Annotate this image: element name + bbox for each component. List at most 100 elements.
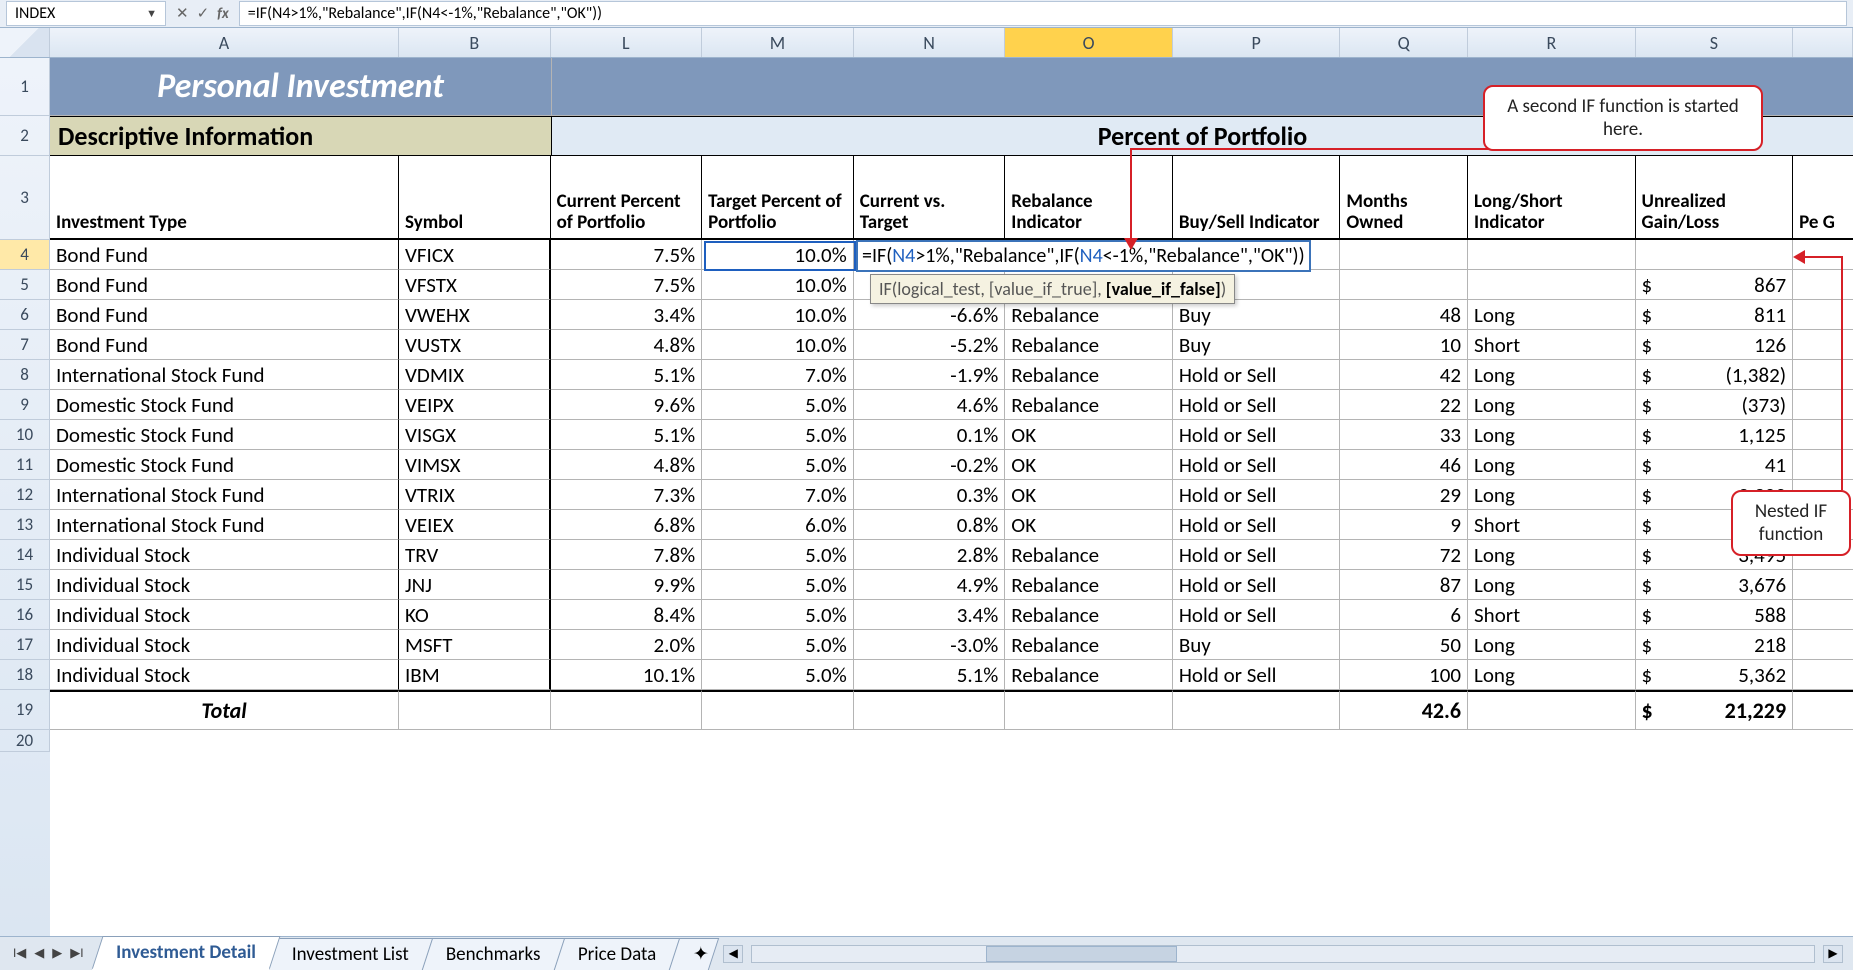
cell-O9[interactable]: Rebalance [1005, 390, 1173, 420]
row-header-10[interactable]: 10 [0, 420, 50, 450]
cell-P13[interactable]: Hold or Sell [1173, 510, 1341, 540]
cell-Q8[interactable]: 42 [1340, 360, 1468, 390]
cell-M18[interactable]: 5.0% [702, 660, 854, 690]
cell-T15[interactable] [1793, 570, 1853, 600]
cell-P10[interactable]: Hold or Sell [1173, 420, 1341, 450]
dropdown-icon[interactable]: ▼ [146, 7, 157, 20]
cell-R12[interactable]: Long [1468, 480, 1636, 510]
col-header-S[interactable]: S [1636, 28, 1794, 57]
cell-P18[interactable]: Hold or Sell [1173, 660, 1341, 690]
cell-N10[interactable]: 0.1% [854, 420, 1006, 450]
cell-Q5[interactable] [1340, 270, 1468, 300]
cell-L7[interactable]: 4.8% [551, 330, 703, 360]
cell-O14[interactable]: Rebalance [1005, 540, 1173, 570]
row-header-15[interactable]: 15 [0, 570, 50, 600]
cell-S4[interactable] [1636, 240, 1794, 270]
cell-L12[interactable]: 7.3% [551, 480, 703, 510]
cell-P11[interactable]: Hold or Sell [1173, 450, 1341, 480]
cell-A15[interactable]: Individual Stock [50, 570, 399, 600]
cell-B6[interactable]: VWEHX [399, 300, 551, 330]
total-S[interactable]: $21,229 [1636, 690, 1794, 730]
total-N[interactable] [854, 690, 1006, 730]
cell-P7[interactable]: Buy [1173, 330, 1341, 360]
cell-S17[interactable]: $218 [1636, 630, 1794, 660]
cell-S5[interactable]: $867 [1636, 270, 1794, 300]
row-header-4[interactable]: 4 [0, 240, 50, 270]
select-all-corner[interactable] [0, 28, 50, 57]
tab-price-data[interactable]: Price Data [554, 938, 681, 970]
cell-Q15[interactable]: 87 [1340, 570, 1468, 600]
cell-R11[interactable]: Long [1468, 450, 1636, 480]
cell-Q10[interactable]: 33 [1340, 420, 1468, 450]
cell-A11[interactable]: Domestic Stock Fund [50, 450, 399, 480]
cell-M16[interactable]: 5.0% [702, 600, 854, 630]
cell-B7[interactable]: VUSTX [399, 330, 551, 360]
cell-M4[interactable]: 10.0% [702, 240, 854, 270]
cell-O13[interactable]: OK [1005, 510, 1173, 540]
cell-A13[interactable]: International Stock Fund [50, 510, 399, 540]
horizontal-scrollbar[interactable]: ◀ ▶ [713, 945, 1853, 963]
cell-P6[interactable]: Buy [1173, 300, 1341, 330]
total-R[interactable] [1468, 690, 1636, 730]
cell-T7[interactable] [1793, 330, 1853, 360]
title-cell[interactable]: Personal Investment [50, 58, 552, 116]
cell-B14[interactable]: TRV [399, 540, 551, 570]
col-header-B[interactable]: B [399, 28, 551, 57]
cell-Q13[interactable]: 9 [1340, 510, 1468, 540]
cell-Q17[interactable]: 50 [1340, 630, 1468, 660]
row-header-13[interactable]: 13 [0, 510, 50, 540]
total-M[interactable] [702, 690, 854, 730]
cell-T6[interactable] [1793, 300, 1853, 330]
cell-M5[interactable]: 10.0% [702, 270, 854, 300]
scroll-thumb[interactable] [986, 946, 1177, 962]
row-header-14[interactable]: 14 [0, 540, 50, 570]
cell-A18[interactable]: Individual Stock [50, 660, 399, 690]
cell-S11[interactable]: $41 [1636, 450, 1794, 480]
row-header-12[interactable]: 12 [0, 480, 50, 510]
cell-R7[interactable]: Short [1468, 330, 1636, 360]
cell-Q7[interactable]: 10 [1340, 330, 1468, 360]
cell-M6[interactable]: 10.0% [702, 300, 854, 330]
cell-N18[interactable]: 5.1% [854, 660, 1006, 690]
cell-L16[interactable]: 8.4% [551, 600, 703, 630]
total-B[interactable] [399, 690, 551, 730]
cell-B8[interactable]: VDMIX [399, 360, 551, 390]
total-label[interactable]: Total [50, 690, 399, 730]
cell-A9[interactable]: Domestic Stock Fund [50, 390, 399, 420]
hdr-months-owned[interactable]: Months Owned [1340, 156, 1468, 240]
row-header-7[interactable]: 7 [0, 330, 50, 360]
cell-Q4[interactable] [1340, 240, 1468, 270]
tab-benchmarks[interactable]: Benchmarks [422, 938, 565, 970]
cell-B17[interactable]: MSFT [399, 630, 551, 660]
cell-B9[interactable]: VEIPX [399, 390, 551, 420]
cell-L5[interactable]: 7.5% [551, 270, 703, 300]
cell-N9[interactable]: 4.6% [854, 390, 1006, 420]
hdr-current-pct[interactable]: Current Percent of Portfolio [551, 156, 703, 240]
cell-L9[interactable]: 9.6% [551, 390, 703, 420]
nav-first-icon[interactable]: I◀ [10, 944, 29, 963]
row-header-17[interactable]: 17 [0, 630, 50, 660]
cell-M8[interactable]: 7.0% [702, 360, 854, 390]
cell-R14[interactable]: Long [1468, 540, 1636, 570]
cell-N7[interactable]: -5.2% [854, 330, 1006, 360]
total-T[interactable] [1793, 690, 1853, 730]
cell-R17[interactable]: Long [1468, 630, 1636, 660]
cell-M12[interactable]: 7.0% [702, 480, 854, 510]
cell-Q18[interactable]: 100 [1340, 660, 1468, 690]
cell-A8[interactable]: International Stock Fund [50, 360, 399, 390]
cell-T11[interactable] [1793, 450, 1853, 480]
cell-N14[interactable]: 2.8% [854, 540, 1006, 570]
row-header-19[interactable]: 19 [0, 690, 50, 730]
row-header-1[interactable]: 1 [0, 58, 50, 116]
accept-icon[interactable]: ✓ [197, 4, 210, 23]
cell-O15[interactable]: Rebalance [1005, 570, 1173, 600]
row-header-8[interactable]: 8 [0, 360, 50, 390]
cell-M15[interactable]: 5.0% [702, 570, 854, 600]
cell-L10[interactable]: 5.1% [551, 420, 703, 450]
nav-prev-icon[interactable]: ◀ [31, 944, 47, 963]
hdr-long-short[interactable]: Long/Short Indicator [1468, 156, 1636, 240]
col-header-P[interactable]: P [1173, 28, 1341, 57]
cell-R5[interactable] [1468, 270, 1636, 300]
col-header-A[interactable]: A [50, 28, 399, 57]
cell-A6[interactable]: Bond Fund [50, 300, 399, 330]
